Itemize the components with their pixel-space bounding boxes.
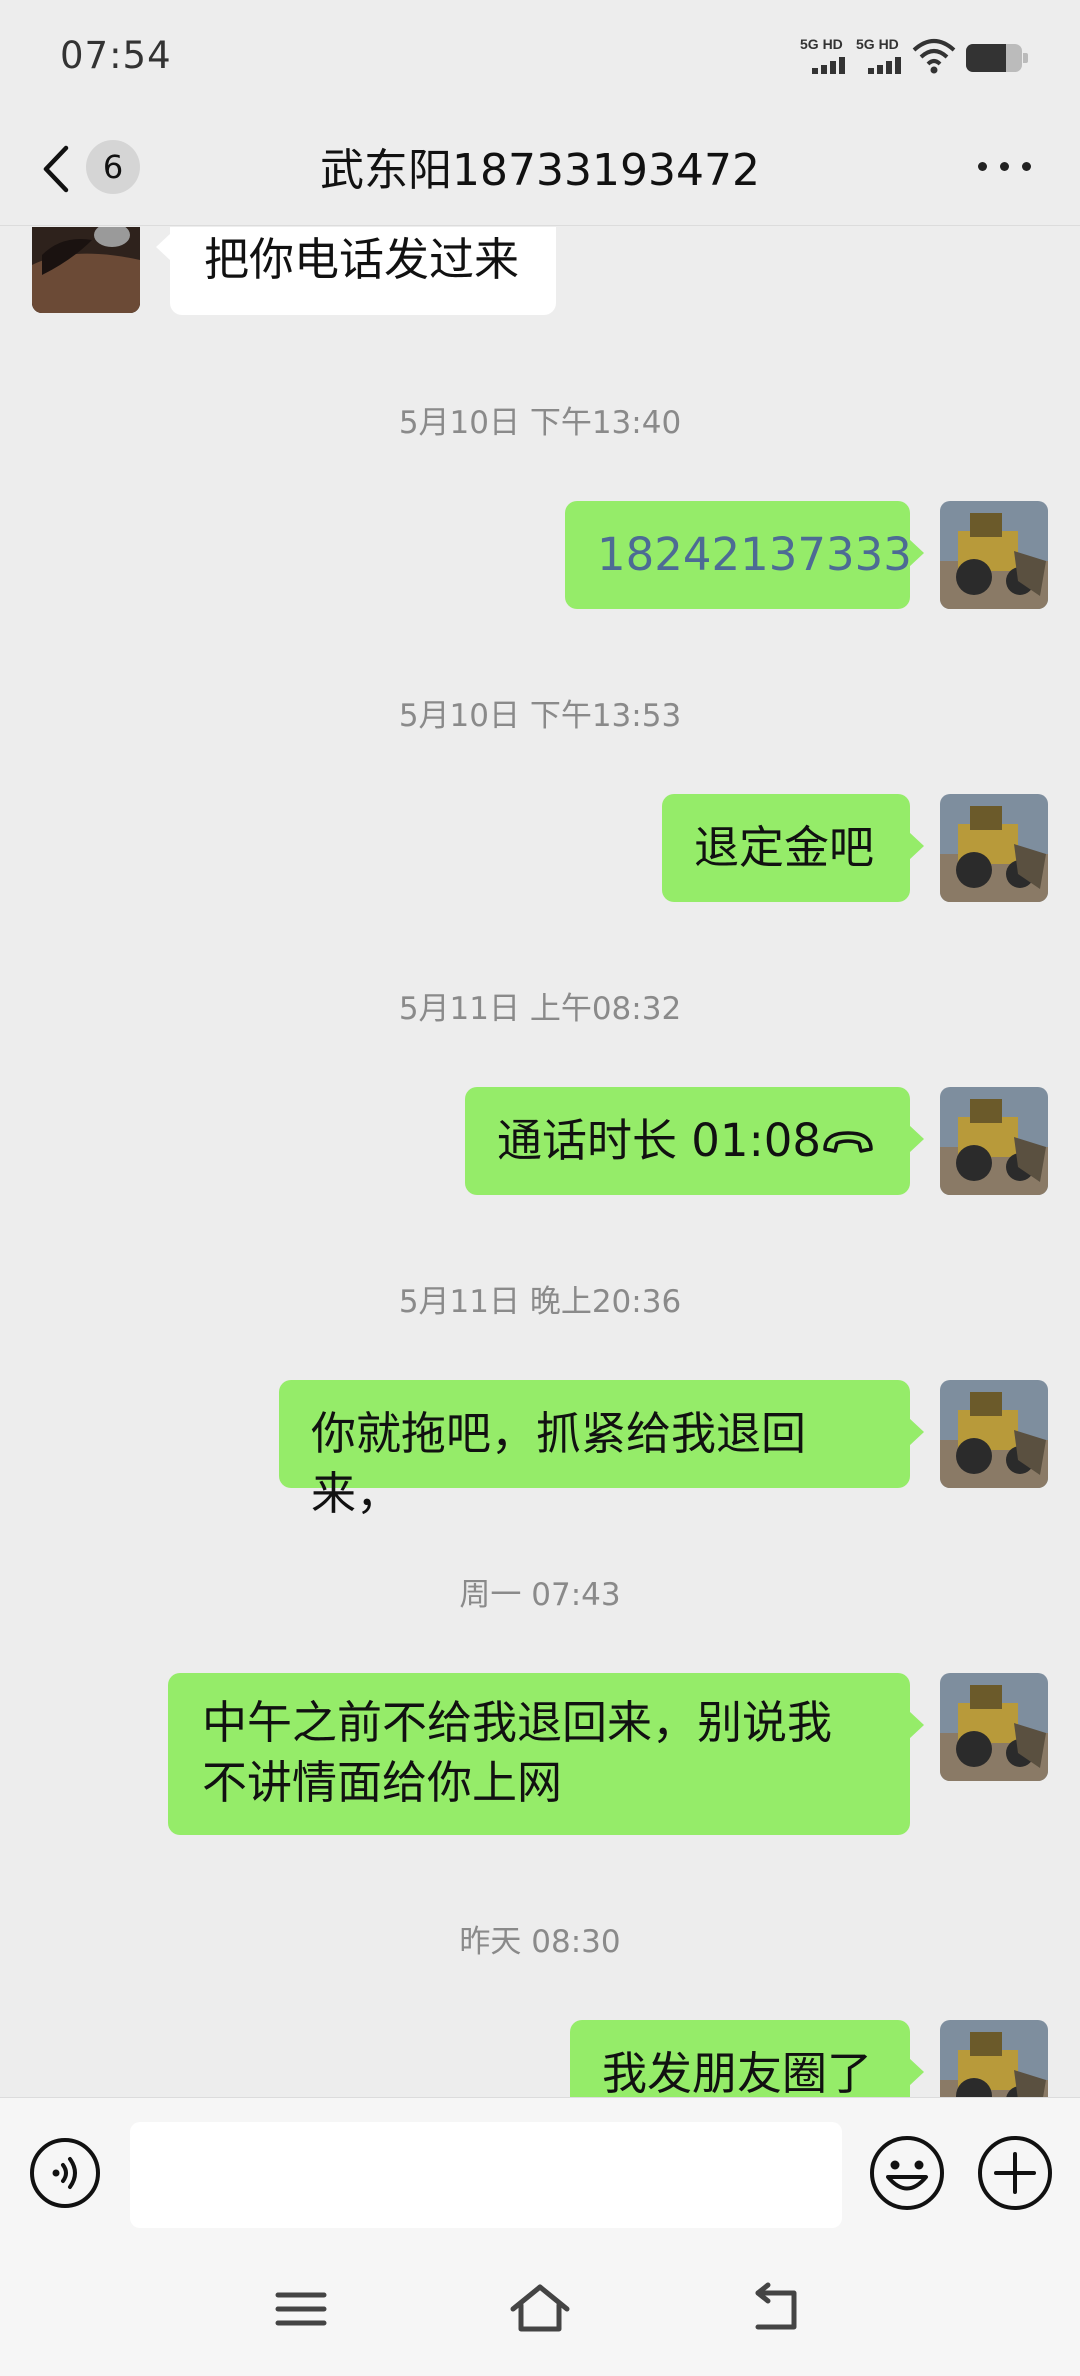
more-icon xyxy=(978,162,987,171)
home-icon[interactable] xyxy=(505,2279,575,2339)
message-text: 把你电话发过来 xyxy=(204,233,520,286)
my-avatar[interactable] xyxy=(940,1673,1048,1781)
timestamp: 5月10日 下午13:40 xyxy=(398,405,682,441)
timestamp: 5月11日 晚上20:36 xyxy=(398,1284,682,1320)
system-nav-bar xyxy=(0,2237,1080,2376)
input-bar xyxy=(0,2097,1080,2237)
status-time: 07:54 xyxy=(60,34,172,77)
timestamp: 5月10日 下午13:53 xyxy=(398,698,682,734)
status-bar: 07:54 5G HD 5G HD xyxy=(0,0,1080,110)
back-nav-icon[interactable] xyxy=(744,2279,814,2339)
message-bubble-incoming[interactable]: 把你电话发过来 xyxy=(156,227,556,315)
message-text: 中午之前不给我退回来，别说我不讲情面给你上网 xyxy=(202,1696,833,1809)
sim1-label: 5G HD xyxy=(800,36,843,52)
message-text: 我发朋友圈了 xyxy=(602,2047,873,2097)
timestamp: 昨天 08:30 xyxy=(459,1924,621,1960)
my-avatar[interactable] xyxy=(940,501,1048,609)
message-input[interactable] xyxy=(130,2122,842,2228)
message-bubble-outgoing[interactable]: 中午之前不给我退回来，别说我不讲情面给你上网 xyxy=(168,1673,924,1835)
phone-number-link[interactable]: 18242137333 xyxy=(597,525,912,585)
message-bubble-outgoing[interactable]: 你就拖吧，抓紧给我退回来， xyxy=(279,1380,924,1520)
my-avatar[interactable] xyxy=(940,2020,1048,2097)
my-avatar[interactable] xyxy=(940,1087,1048,1195)
my-avatar[interactable] xyxy=(940,1380,1048,1488)
phone-hangup-icon xyxy=(823,1131,873,1153)
more-button[interactable] xyxy=(970,140,1040,190)
menu-icon[interactable] xyxy=(266,2279,336,2339)
emoji-icon[interactable] xyxy=(868,2134,946,2212)
my-avatar[interactable] xyxy=(940,794,1048,902)
chat-header: 6 武东阳18733193472 xyxy=(0,110,1080,226)
signal-icon: 5G HD xyxy=(800,36,854,76)
message-bubble-outgoing[interactable]: 我发朋友圈了 xyxy=(570,2020,924,2097)
voice-icon[interactable] xyxy=(28,2136,102,2210)
message-bubble-outgoing[interactable]: 18242137333 xyxy=(565,501,924,609)
chat-messages[interactable]: 把你电话发过来 5月10日 下午13:40 18242137333 5月10日 … xyxy=(0,227,1080,2097)
contact-avatar-image xyxy=(32,227,140,313)
chat-title: 武东阳18733193472 xyxy=(320,145,760,196)
message-text: 退定金吧 xyxy=(694,821,875,874)
plus-icon[interactable] xyxy=(976,2134,1054,2212)
signal-icon: 5G HD xyxy=(856,36,910,76)
timestamp: 5月11日 上午08:32 xyxy=(398,991,682,1027)
loader-avatar-image xyxy=(940,501,1048,609)
message-bubble-outgoing[interactable]: 退定金吧 xyxy=(662,794,924,902)
wifi-icon xyxy=(912,39,956,74)
battery-icon xyxy=(966,44,1028,72)
contact-avatar[interactable] xyxy=(32,227,140,313)
sim2-label: 5G HD xyxy=(856,36,899,52)
call-record-bubble[interactable]: 通话时长 01:08 xyxy=(465,1087,924,1195)
timestamp: 周一 07:43 xyxy=(459,1577,621,1613)
message-text: 你就拖吧，抓紧给我退回来， xyxy=(311,1407,807,1520)
call-duration-text: 通话时长 01:08 xyxy=(497,1114,821,1167)
